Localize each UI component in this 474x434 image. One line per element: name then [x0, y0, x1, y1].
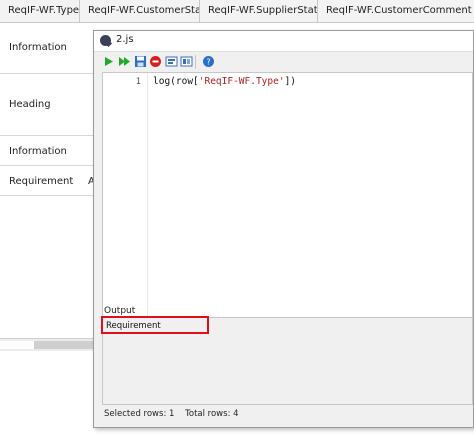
selected-rows-count: Selected rows: 1 [104, 409, 175, 419]
column-header-supplier-status[interactable]: ReqIF-WF.SupplierStatus [200, 0, 318, 22]
output-label: Output [104, 306, 136, 316]
code-line[interactable]: log(row['ReqIF-WF.Type']) [153, 76, 296, 87]
table-row[interactable]: Requirement A [0, 166, 96, 196]
stop-icon[interactable] [149, 55, 162, 68]
scrollbar-track [0, 341, 34, 349]
help-icon[interactable]: ? [202, 55, 215, 68]
script-window[interactable]: 2.js ? 1 log(row['ReqIF-WF.Type']) Outpu… [93, 30, 474, 428]
run-all-icon[interactable] [118, 55, 131, 68]
line-number: 1 [135, 77, 141, 87]
window-title: 2.js [116, 34, 134, 45]
column-header-customer-comment[interactable]: ReqIF-WF.CustomerComment [318, 0, 474, 22]
total-rows-count: Total rows: 4 [185, 409, 239, 419]
app-logo-icon [100, 35, 111, 46]
table-row[interactable]: Heading [0, 74, 96, 136]
code-string: 'ReqIF-WF.Type' [198, 76, 285, 87]
toolbar: ? [94, 52, 473, 72]
panel-alt-icon[interactable] [180, 55, 193, 68]
panel-icon[interactable] [165, 55, 178, 68]
code-editor[interactable]: 1 log(row['ReqIF-WF.Type']) [102, 72, 473, 320]
status-bar: Selected rows: 1 Total rows: 4 [104, 409, 247, 419]
title-bar[interactable]: 2.js [94, 31, 473, 52]
column-header-customer-status[interactable]: ReqIF-WF.CustomerStatus [80, 0, 200, 22]
highlight-box [101, 316, 209, 334]
run-icon[interactable] [102, 55, 115, 68]
table-header: ReqIF-WF.Type ReqIF-WF.CustomerStatus Re… [0, 0, 474, 23]
cell-type: Information [9, 42, 67, 53]
column-header-type[interactable]: ReqIF-WF.Type [0, 0, 80, 22]
table-row[interactable]: Information [0, 136, 96, 166]
svg-text:?: ? [206, 58, 210, 67]
toolbar-separator [195, 55, 196, 69]
line-gutter: 1 [103, 73, 148, 319]
cell-type: Requirement [9, 176, 74, 187]
table-row[interactable]: Information [0, 22, 96, 74]
scrollbar-thumb[interactable] [34, 341, 94, 349]
code-prefix: log(row[ [153, 76, 199, 87]
cell-type: Information [9, 146, 67, 157]
save-icon[interactable] [134, 55, 147, 68]
cell-type: Heading [9, 99, 51, 110]
code-suffix: ]) [284, 76, 297, 87]
